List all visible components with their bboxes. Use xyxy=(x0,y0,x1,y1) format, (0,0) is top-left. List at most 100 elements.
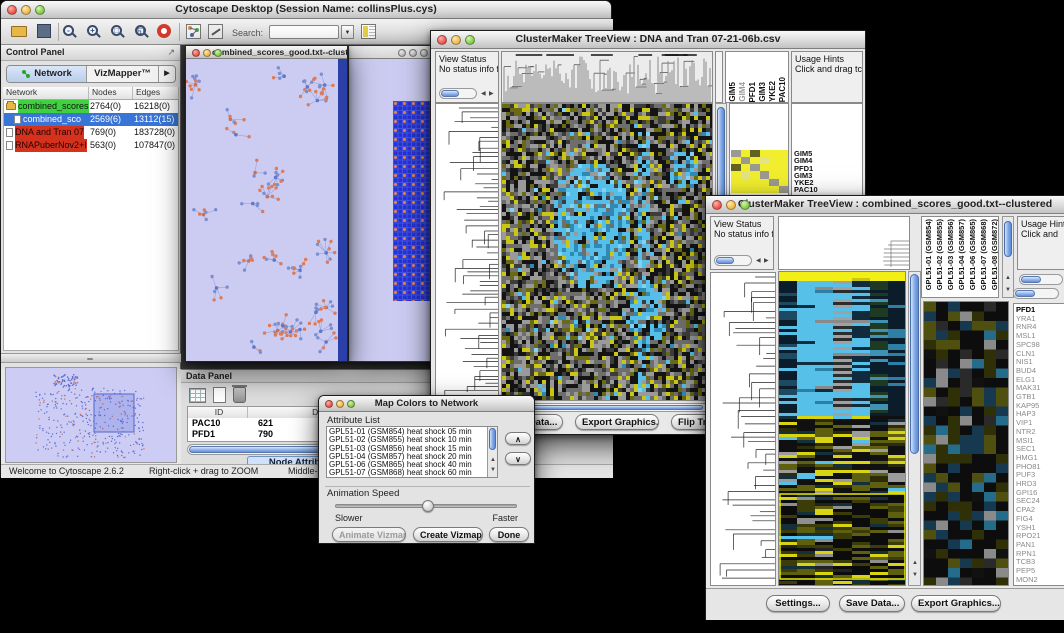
tv1-status-scrollbar[interactable] xyxy=(439,88,477,99)
minimize-icon[interactable] xyxy=(21,5,31,15)
close-icon[interactable] xyxy=(192,49,200,57)
front-frame-title-bar[interactable]: combined_scores_good.txt--cluste... xyxy=(186,46,347,59)
tv2-status-scrollbar[interactable] xyxy=(714,255,752,266)
front-network-canvas[interactable] xyxy=(186,59,338,361)
col-network[interactable]: Network xyxy=(3,87,89,99)
scroll-right-icon[interactable]: ▶ xyxy=(489,91,494,97)
attribute-table-icon[interactable] xyxy=(361,24,376,39)
tv2-column-label[interactable]: GPL51-07 (GSM868) xyxy=(979,219,988,290)
select-attributes-icon[interactable] xyxy=(189,388,206,403)
animate-vizmap-button[interactable]: Animate Vizmap xyxy=(332,527,406,542)
network-list-item[interactable]: combined_scores2764(0)16218(0) xyxy=(4,100,178,113)
tv1-column-label[interactable]: GIM4 xyxy=(738,82,747,102)
network-list-item[interactable]: DNA and Tran 07769(0)183728(0) xyxy=(4,126,178,139)
tv2-gene-label[interactable]: MON2 xyxy=(1014,576,1064,585)
dialog-title-bar[interactable]: Map Colors to Network xyxy=(319,396,534,412)
create-vizmap-button[interactable]: Create Vizmap xyxy=(413,527,483,542)
treeview1-title-bar[interactable]: ClusterMaker TreeView : DNA and Tran 07-… xyxy=(431,31,865,49)
scroll-right-icon[interactable]: ▶ xyxy=(764,258,769,264)
zoom-window-icon[interactable] xyxy=(465,35,475,45)
attribute-listbox[interactable]: GPL51-01 (GSM854) heat shock 05 minGPL51… xyxy=(326,426,498,478)
tab-overflow-button[interactable]: ▶ xyxy=(159,66,175,82)
done-button[interactable]: Done xyxy=(489,527,529,542)
tab-network[interactable]: Network xyxy=(7,66,87,82)
tv2-zoom-heatmap[interactable] xyxy=(923,301,1009,586)
tab-vizmapper[interactable]: VizMapper™ xyxy=(87,66,159,82)
delete-attribute-icon[interactable] xyxy=(233,387,246,403)
scroll-down-icon[interactable]: ▼ xyxy=(490,467,496,473)
tv2-column-label[interactable]: GPL51-04 (GSM857) xyxy=(957,219,966,290)
zoom-selected-icon[interactable]: ◱ xyxy=(135,25,146,36)
minimize-icon[interactable] xyxy=(203,49,211,57)
slider-thumb[interactable] xyxy=(422,500,434,512)
search-dropdown-button[interactable]: ▼ xyxy=(341,25,354,39)
minimize-icon[interactable] xyxy=(726,200,736,210)
zoom-window-icon[interactable] xyxy=(214,49,222,57)
close-icon[interactable] xyxy=(7,5,17,15)
tv2-column-label[interactable]: GPL51-06 (GSM865) xyxy=(968,219,977,290)
minimize-icon[interactable] xyxy=(451,35,461,45)
zoom-fit-icon[interactable]: □ xyxy=(111,25,122,36)
tv2-hints-scrollbar[interactable] xyxy=(1019,274,1063,285)
tv1-gene-label[interactable]: PAC10 xyxy=(792,186,862,193)
zoom-out-icon[interactable]: - xyxy=(63,25,74,36)
new-attribute-icon[interactable] xyxy=(213,387,226,403)
front-frame-scroll-strip[interactable] xyxy=(338,59,347,361)
save-icon[interactable] xyxy=(37,24,51,38)
zoom-window-icon[interactable] xyxy=(347,400,355,408)
panel-divider[interactable] xyxy=(1,353,181,363)
vizmapper-icon[interactable] xyxy=(208,24,223,39)
tv2-save-data-button[interactable]: Save Data... xyxy=(839,595,905,612)
close-icon[interactable] xyxy=(712,200,722,210)
scroll-left-icon[interactable]: ◀ xyxy=(481,91,486,97)
tv2-settings-button[interactable]: Settings... xyxy=(766,595,830,612)
tv2-export-graphics-button[interactable]: Export Graphics... xyxy=(911,595,1001,612)
tv2-column-dendrogram[interactable] xyxy=(778,216,910,270)
tv1-column-label[interactable]: PFD1 xyxy=(748,82,757,102)
zoom-window-icon[interactable] xyxy=(35,5,45,15)
zoom-window-icon[interactable] xyxy=(740,200,750,210)
search-input[interactable] xyxy=(269,25,339,39)
network-list-item[interactable]: combined_sco2569(6)13112(15) xyxy=(4,113,178,126)
animation-speed-slider[interactable] xyxy=(335,504,517,508)
zoom-in-icon[interactable]: + xyxy=(87,25,98,36)
tv2-column-label[interactable]: GPL51-01 (GSM854) xyxy=(924,219,933,290)
tv2-row-dendrogram[interactable] xyxy=(710,272,776,586)
col-edges[interactable]: Edges xyxy=(133,87,179,99)
tv2-column-label[interactable]: GPL51-03 (GSM856) xyxy=(946,219,955,290)
network-view-icon[interactable] xyxy=(186,24,201,39)
tv1-row-dendrogram[interactable] xyxy=(435,103,499,401)
open-file-icon[interactable] xyxy=(11,26,27,37)
tv1-column-label[interactable]: GIM3 xyxy=(758,82,767,102)
scroll-up-icon[interactable]: ▲ xyxy=(1005,275,1011,281)
tv2-heatmap[interactable] xyxy=(778,271,906,586)
float-panel-icon[interactable]: ↗ xyxy=(167,47,175,58)
col-nodes[interactable]: Nodes xyxy=(89,87,133,99)
scroll-up-icon[interactable]: ▲ xyxy=(490,457,496,463)
scroll-up-icon[interactable]: ▲ xyxy=(912,560,918,566)
help-lifesaver-icon[interactable] xyxy=(157,24,171,38)
tv1-column-label[interactable]: PAC10 xyxy=(778,77,787,102)
tv2-column-label[interactable]: GPL51-08 (GSM872) xyxy=(990,219,999,290)
close-icon[interactable] xyxy=(398,49,406,57)
network-list-item[interactable]: RNAPuberNov2+I563(0)107847(0) xyxy=(4,139,178,152)
correlation-mini-heatmap[interactable] xyxy=(731,150,788,193)
tv2-column-label[interactable]: GPL51-02 (GSM855) xyxy=(935,219,944,290)
tv1-heatmap[interactable] xyxy=(501,103,713,401)
minimize-icon[interactable] xyxy=(336,400,344,408)
tv2-labels-vscrollbar[interactable]: ▲ ▼ xyxy=(1002,216,1014,298)
network-overview-panel[interactable] xyxy=(5,367,177,463)
treeview2-title-bar[interactable]: ClusterMaker TreeView : combined_scores_… xyxy=(706,196,1064,214)
tv1-export-graphics-button[interactable]: Export Graphics... xyxy=(575,414,659,430)
grid-layout-cluster[interactable] xyxy=(393,101,431,301)
scroll-left-icon[interactable]: ◀ xyxy=(756,258,761,264)
tv1-column-dendrogram[interactable] xyxy=(501,51,713,103)
data-col-id[interactable]: ID xyxy=(188,407,248,418)
attribute-item[interactable]: GPL51-07 (GSM868) heat shock 60 min xyxy=(329,469,497,477)
tv1-column-label[interactable]: YKE2 xyxy=(768,81,777,102)
main-title-bar[interactable]: Cytoscape Desktop (Session Name: collins… xyxy=(1,1,611,19)
tv2-genes-scrollbar[interactable] xyxy=(1013,288,1059,299)
minimize-icon[interactable] xyxy=(409,49,417,57)
scroll-down-icon[interactable]: ▼ xyxy=(912,572,918,578)
close-icon[interactable] xyxy=(437,35,447,45)
